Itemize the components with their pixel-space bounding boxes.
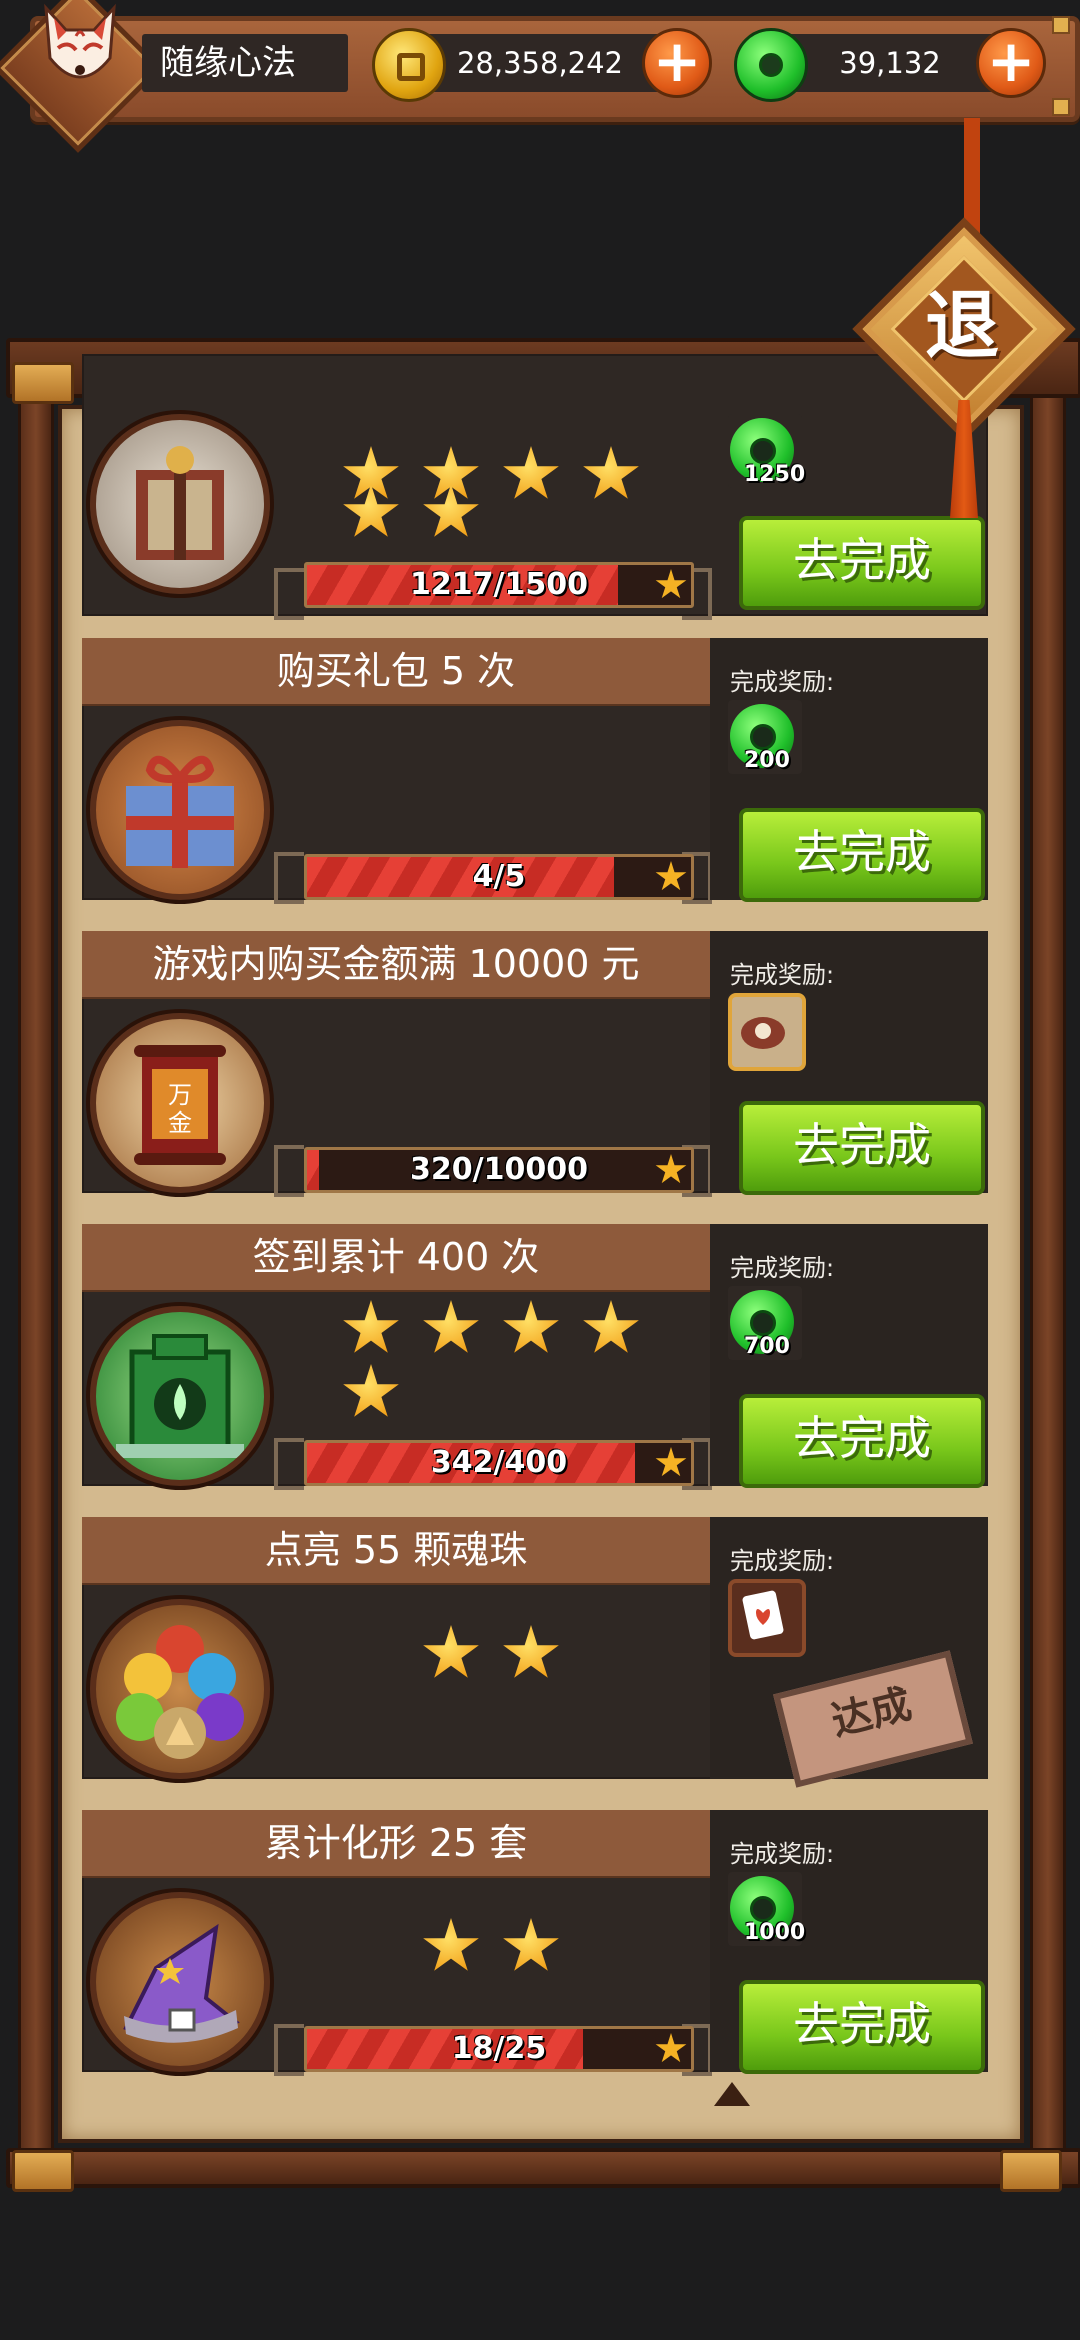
green-shrine-icon bbox=[90, 1306, 270, 1486]
progress-text: 342/400 bbox=[430, 1445, 568, 1480]
reward-jade: 1250 bbox=[728, 414, 806, 488]
scroll-icon: 万金 bbox=[90, 1013, 270, 1193]
star-icon bbox=[503, 446, 559, 499]
gold-amount: 28,358,242 bbox=[456, 46, 624, 80]
go-complete-button[interactable]: 去完成 bbox=[739, 1394, 985, 1488]
pouch-item-icon bbox=[728, 993, 806, 1071]
go-complete-button[interactable]: 去完成 bbox=[739, 1980, 985, 2074]
star-icon bbox=[423, 1918, 479, 1971]
reward-count: 1250 bbox=[744, 462, 806, 487]
star-icon bbox=[503, 1918, 559, 1971]
progress-text: 1217/1500 bbox=[410, 567, 588, 602]
reward-label: 完成奖励: bbox=[730, 1840, 835, 1868]
progress-bar: 342/400 bbox=[304, 1440, 694, 1486]
reward-item[interactable] bbox=[728, 1579, 806, 1657]
star-icon bbox=[423, 1625, 479, 1678]
reward-item[interactable] bbox=[728, 993, 806, 1071]
bracket-left bbox=[274, 568, 304, 620]
task-title: 游戏内购买金额满 10000 元 bbox=[82, 931, 710, 997]
bracket-left bbox=[274, 1438, 304, 1490]
star-icon bbox=[583, 1300, 639, 1353]
jade-amount: 39,132 bbox=[839, 46, 941, 80]
corner-decoration bbox=[1052, 98, 1070, 116]
progress-bar: 320/10000 bbox=[304, 1147, 694, 1193]
gold-coin-icon bbox=[372, 28, 446, 102]
task-card: 购买礼包 5 次 4/5 完成奖励: 200 去完成 bbox=[82, 638, 988, 904]
armor-icon bbox=[90, 414, 270, 594]
reward-count: 700 bbox=[744, 1334, 790, 1359]
task-title: 累计化形 25 套 bbox=[82, 1810, 710, 1876]
svg-text:金: 金 bbox=[168, 1109, 192, 1137]
spirit-orbs-icon bbox=[90, 1599, 270, 1779]
progress-bar: 4/5 bbox=[304, 854, 694, 900]
corner-decoration bbox=[1052, 16, 1070, 34]
task-card: 点亮 55 颗魂珠 完成奖励: 达成 bbox=[82, 1517, 988, 1788]
add-gold-button[interactable]: + bbox=[642, 28, 712, 98]
reward-jade[interactable]: 700 bbox=[728, 1286, 802, 1360]
gift-box-icon bbox=[90, 720, 270, 900]
wizard-hat-icon bbox=[90, 1892, 270, 2072]
task-card-armor: 1217/1500 1250 去完成 bbox=[82, 354, 988, 620]
frame-cap bbox=[12, 362, 74, 404]
progress-bar: 1217/1500 bbox=[304, 562, 694, 608]
go-complete-button[interactable]: 去完成 bbox=[739, 1101, 985, 1195]
fox-mask-avatar-icon[interactable] bbox=[32, 0, 128, 96]
svg-text:万: 万 bbox=[168, 1081, 192, 1109]
star-icon bbox=[423, 1300, 479, 1353]
card-item-icon bbox=[728, 1579, 806, 1657]
task-card: 累计化形 25 套 18/25 完成奖励: 1000 去完成 bbox=[82, 1810, 988, 2076]
frame-right bbox=[1030, 370, 1066, 2166]
go-complete-button[interactable]: 去完成 bbox=[739, 516, 985, 610]
bracket-left bbox=[274, 2024, 304, 2076]
star-icon bbox=[503, 1300, 559, 1353]
star-icon bbox=[343, 1364, 399, 1417]
reward-count: 1000 bbox=[744, 1920, 806, 1945]
player-name: 随缘心法 bbox=[160, 43, 296, 83]
frame-bottom bbox=[6, 2148, 1080, 2188]
go-complete-button[interactable]: 去完成 bbox=[739, 808, 985, 902]
task-card: 签到累计 400 次 342/400 完成奖励: 700 去完成 bbox=[82, 1224, 988, 1490]
add-jade-button[interactable]: + bbox=[976, 28, 1046, 98]
star-icon bbox=[343, 484, 399, 537]
task-title: 购买礼包 5 次 bbox=[82, 638, 710, 704]
task-card: 游戏内购买金额满 10000 元 万金 320/10000 完成奖励: 去完成 bbox=[82, 931, 988, 1197]
reward-label: 完成奖励: bbox=[730, 961, 835, 989]
bracket-left bbox=[274, 852, 304, 904]
star-icon bbox=[343, 1300, 399, 1353]
exit-button[interactable]: 退 bbox=[907, 276, 1017, 376]
progress-bar: 18/25 bbox=[304, 2026, 694, 2072]
frame-cap bbox=[1000, 2150, 1062, 2192]
star-icon bbox=[583, 446, 639, 499]
task-title: 点亮 55 颗魂珠 bbox=[82, 1517, 710, 1583]
progress-text: 320/10000 bbox=[410, 1152, 588, 1187]
reward-jade[interactable]: 200 bbox=[728, 700, 802, 774]
reward-label: 完成奖励: bbox=[730, 668, 835, 696]
reward-label: 完成奖励: bbox=[730, 1254, 835, 1282]
reward-label: 完成奖励: bbox=[730, 1547, 835, 1575]
progress-text: 18/25 bbox=[451, 2031, 547, 2066]
frame-cap bbox=[12, 2150, 74, 2192]
frame-left bbox=[18, 370, 54, 2166]
task-title: 签到累计 400 次 bbox=[82, 1224, 710, 1290]
jade-icon bbox=[734, 28, 808, 102]
star-icon bbox=[503, 1625, 559, 1678]
reward-count: 200 bbox=[744, 748, 790, 773]
progress-text: 4/5 bbox=[472, 859, 526, 894]
star-icon bbox=[423, 484, 479, 537]
reward-jade[interactable]: 1000 bbox=[728, 1872, 806, 1946]
bracket-left bbox=[274, 1145, 304, 1197]
